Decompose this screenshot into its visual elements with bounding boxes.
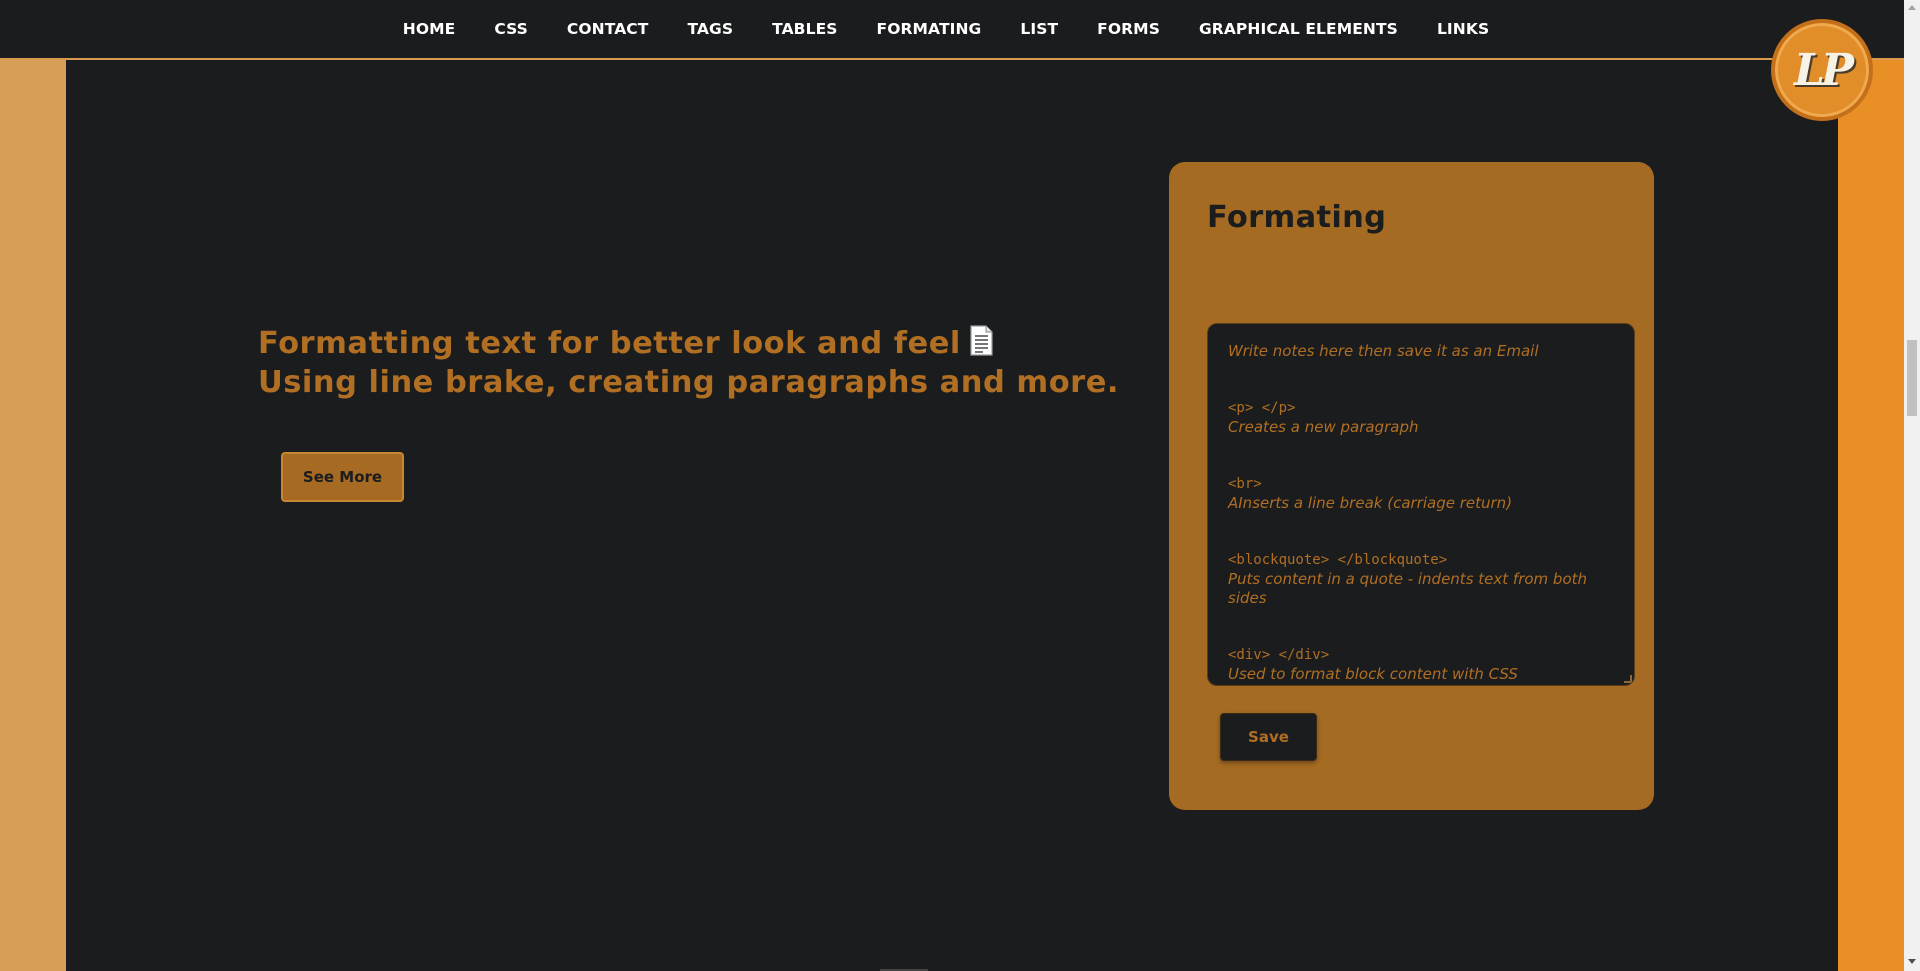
- note-description: Used to format block content with CSS: [1228, 665, 1518, 683]
- card-title: Formating: [1207, 200, 1387, 235]
- nav-graphical-elements[interactable]: GRAPHICAL ELEMENTS: [1179, 0, 1417, 58]
- note-description: Creates a new paragraph: [1228, 418, 1419, 436]
- nav-contact[interactable]: CONTACT: [547, 0, 668, 58]
- save-button[interactable]: Save: [1220, 713, 1317, 761]
- site-logo[interactable]: LP: [1771, 19, 1873, 121]
- note-entry: <p> </p> Creates a new paragraph: [1228, 399, 1614, 437]
- note-tag: <p> </p>: [1228, 400, 1296, 416]
- nav-tables[interactable]: TABLES: [753, 0, 857, 58]
- note-tag: <blockquote> </blockquote>: [1228, 552, 1448, 568]
- note-description: AInserts a line break (carriage return): [1228, 494, 1513, 512]
- nav-formating[interactable]: FORMATING: [857, 0, 1001, 58]
- page-scrollbar[interactable]: [1904, 0, 1920, 971]
- nav-links[interactable]: LINKS: [1417, 0, 1508, 58]
- scroll-down-icon[interactable]: [1908, 959, 1916, 964]
- note-entry: <blockquote> </blockquote> Puts content …: [1228, 551, 1614, 608]
- nav-forms[interactable]: FORMS: [1078, 0, 1180, 58]
- notes-placeholder: Write notes here then save it as an Emai…: [1228, 342, 1539, 360]
- notes-textarea[interactable]: Write notes here then save it as an Emai…: [1207, 323, 1635, 686]
- note-entry: <br> AInserts a line break (carriage ret…: [1228, 475, 1614, 513]
- logo-text: LP: [1793, 44, 1854, 96]
- nav-home[interactable]: HOME: [383, 0, 475, 58]
- note-tag: <br>: [1228, 476, 1262, 492]
- nav-list[interactable]: LIST: [1001, 0, 1078, 58]
- see-more-button[interactable]: See More: [281, 452, 404, 502]
- nav-css[interactable]: CSS: [475, 0, 548, 58]
- hero-line-1: Formatting text for better look and feel: [258, 324, 1018, 363]
- hero-line-2: Using line brake, creating paragraphs an…: [258, 365, 1119, 400]
- top-navigation: HOME CSS CONTACT TAGS TABLES FORMATING L…: [0, 0, 1904, 60]
- hero-line-1-text: Formatting text for better look and feel: [258, 326, 961, 361]
- nav-list: HOME CSS CONTACT TAGS TABLES FORMATING L…: [383, 0, 1509, 58]
- formating-card: Formating Write notes here then save it …: [1169, 162, 1654, 810]
- document-icon: [970, 325, 993, 356]
- note-tag: <div> </div>: [1228, 647, 1330, 663]
- left-accent-band: [0, 60, 66, 971]
- resize-handle-icon[interactable]: [1624, 675, 1632, 683]
- hero-heading: Formatting text for better look and feel…: [258, 324, 1119, 402]
- scroll-up-icon[interactable]: [1908, 5, 1916, 10]
- scrollbar-thumb[interactable]: [1907, 340, 1917, 416]
- note-entry: <div> </div> Used to format block conten…: [1228, 646, 1614, 684]
- right-accent-band: [1838, 60, 1904, 971]
- nav-tags[interactable]: TAGS: [668, 0, 753, 58]
- note-description: Puts content in a quote - indents text f…: [1228, 570, 1588, 607]
